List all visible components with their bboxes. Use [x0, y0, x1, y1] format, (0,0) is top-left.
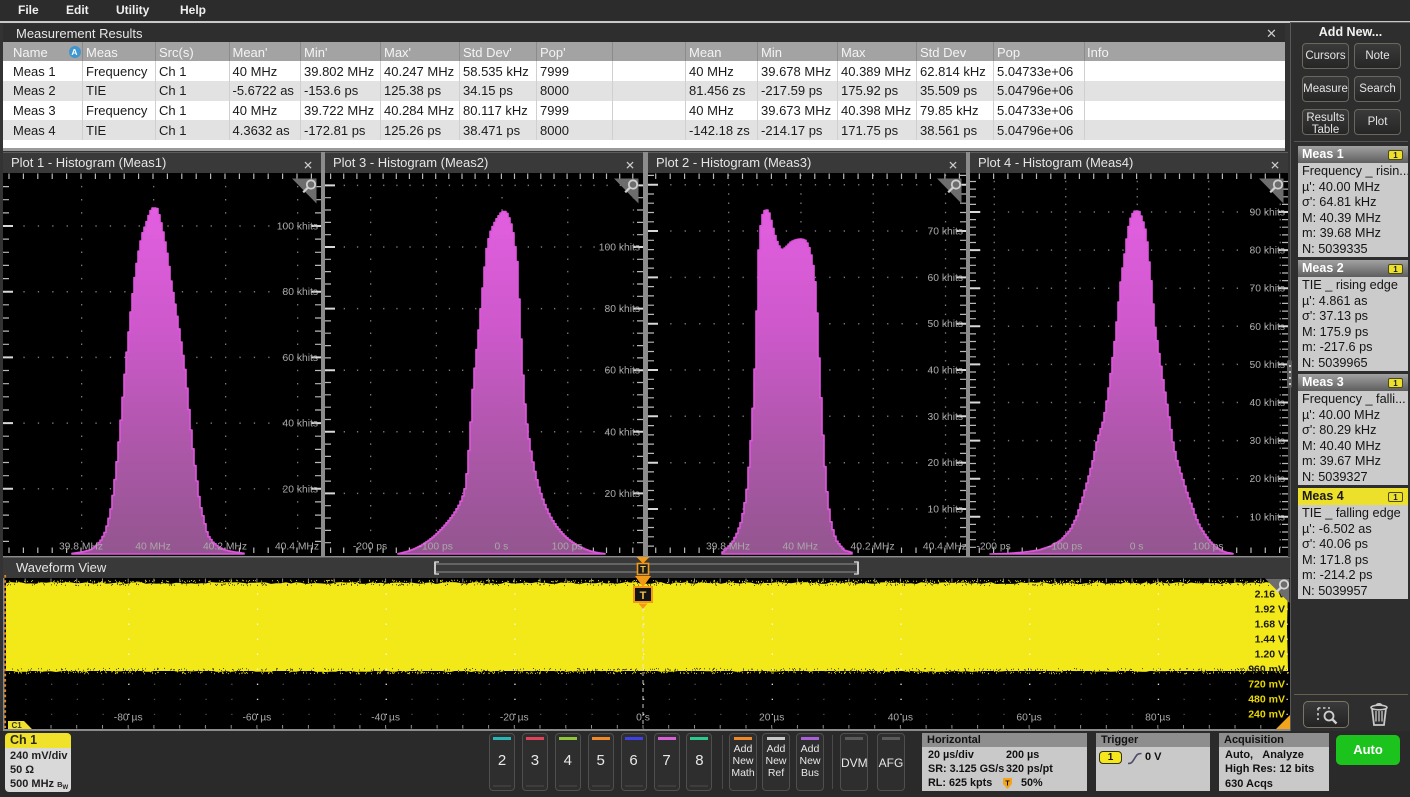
svg-text:60 µs: 60 µs [1016, 713, 1041, 724]
svg-text:40.4 MHz: 40.4 MHz [923, 542, 966, 553]
svg-text:40 MHz: 40 MHz [783, 542, 818, 553]
svg-text:40 khits: 40 khits [928, 366, 964, 377]
svg-text:70 khits: 70 khits [928, 227, 964, 238]
svg-text:50 khits: 50 khits [1250, 360, 1286, 371]
svg-text:80 khits: 80 khits [1250, 246, 1286, 257]
svg-text:Plot 1 - Histogram (Meas1): Plot 1 - Histogram (Meas1) [11, 155, 166, 170]
svg-text:20 khits: 20 khits [1250, 474, 1286, 485]
svg-text:T: T [640, 590, 647, 602]
svg-text:-40 µs: -40 µs [371, 713, 400, 724]
svg-text:1.20 V: 1.20 V [1255, 649, 1285, 661]
svg-text:10 khits: 10 khits [928, 505, 964, 516]
svg-text:40 µs: 40 µs [888, 713, 913, 724]
svg-text:20 µs: 20 µs [759, 713, 784, 724]
svg-text:T: T [640, 565, 646, 575]
svg-text:T: T [1005, 781, 1010, 788]
svg-text:0 s: 0 s [495, 542, 509, 553]
svg-text:40 khits: 40 khits [605, 427, 641, 438]
svg-text:80 khits: 80 khits [605, 304, 641, 315]
svg-text:-200 ps: -200 ps [976, 542, 1010, 553]
svg-text:100 ps: 100 ps [1193, 542, 1224, 553]
svg-text:39.8 MHz: 39.8 MHz [59, 542, 103, 553]
svg-text:480 mV: 480 mV [1248, 694, 1285, 706]
svg-text:39.8 MHz: 39.8 MHz [706, 542, 750, 553]
svg-text:✕: ✕ [625, 159, 635, 173]
svg-text:20 khits: 20 khits [283, 484, 319, 495]
svg-text:30 khits: 30 khits [928, 412, 964, 423]
svg-text:40 MHz: 40 MHz [135, 542, 170, 553]
svg-text:✕: ✕ [303, 159, 313, 173]
svg-text:30 khits: 30 khits [1250, 436, 1286, 447]
svg-text:80 µs: 80 µs [1145, 713, 1170, 724]
svg-text:70 khits: 70 khits [1250, 284, 1286, 295]
svg-text:-20 µs: -20 µs [500, 713, 529, 724]
svg-text:60 khits: 60 khits [605, 366, 641, 377]
svg-text:0 s: 0 s [1130, 542, 1144, 553]
svg-text:20 khits: 20 khits [605, 489, 641, 500]
svg-text:60 khits: 60 khits [1250, 322, 1286, 333]
svg-text:-60 µs: -60 µs [242, 713, 271, 724]
svg-text:10 khits: 10 khits [1250, 512, 1286, 523]
svg-text:-200 ps: -200 ps [353, 542, 387, 553]
svg-text:90 khits: 90 khits [1250, 208, 1286, 219]
svg-text:720 mV: 720 mV [1248, 679, 1285, 691]
svg-text:240 mV: 240 mV [1248, 709, 1285, 721]
svg-text:40.4 MHz: 40.4 MHz [275, 542, 319, 553]
svg-text:1.92 V: 1.92 V [1255, 604, 1285, 616]
svg-text:1.44 V: 1.44 V [1255, 634, 1285, 646]
svg-text:100 khits: 100 khits [277, 222, 318, 233]
svg-text:60 khits: 60 khits [283, 353, 319, 364]
svg-text:1.68 V: 1.68 V [1255, 619, 1285, 631]
svg-text:Plot 3 - Histogram (Meas2): Plot 3 - Histogram (Meas2) [333, 155, 488, 170]
svg-text:0 s: 0 s [636, 713, 650, 724]
svg-text:Plot 4 - Histogram (Meas4): Plot 4 - Histogram (Meas4) [978, 155, 1133, 170]
svg-text:100 khits: 100 khits [599, 243, 640, 254]
svg-text:-100 ps: -100 ps [419, 542, 453, 553]
svg-text:-100 ps: -100 ps [1048, 542, 1082, 553]
svg-text:-80 µs: -80 µs [114, 713, 143, 724]
svg-text:✕: ✕ [948, 159, 958, 173]
svg-text:960 mV: 960 mV [1248, 664, 1285, 676]
svg-text:Waveform View: Waveform View [16, 560, 107, 575]
svg-text:Plot 2 - Histogram (Meas3): Plot 2 - Histogram (Meas3) [656, 155, 811, 170]
svg-text:100 ps: 100 ps [552, 542, 583, 553]
svg-text:60 khits: 60 khits [928, 273, 964, 284]
svg-text:40 khits: 40 khits [1250, 398, 1286, 409]
svg-text:40.2 MHz: 40.2 MHz [851, 542, 895, 553]
svg-text:✕: ✕ [1270, 159, 1280, 173]
svg-text:50 khits: 50 khits [928, 319, 964, 330]
svg-text:40.2 MHz: 40.2 MHz [203, 542, 247, 553]
svg-text:80 khits: 80 khits [283, 287, 319, 298]
svg-text:40 khits: 40 khits [283, 419, 319, 430]
svg-text:C1: C1 [12, 721, 23, 730]
svg-text:20 khits: 20 khits [928, 458, 964, 469]
